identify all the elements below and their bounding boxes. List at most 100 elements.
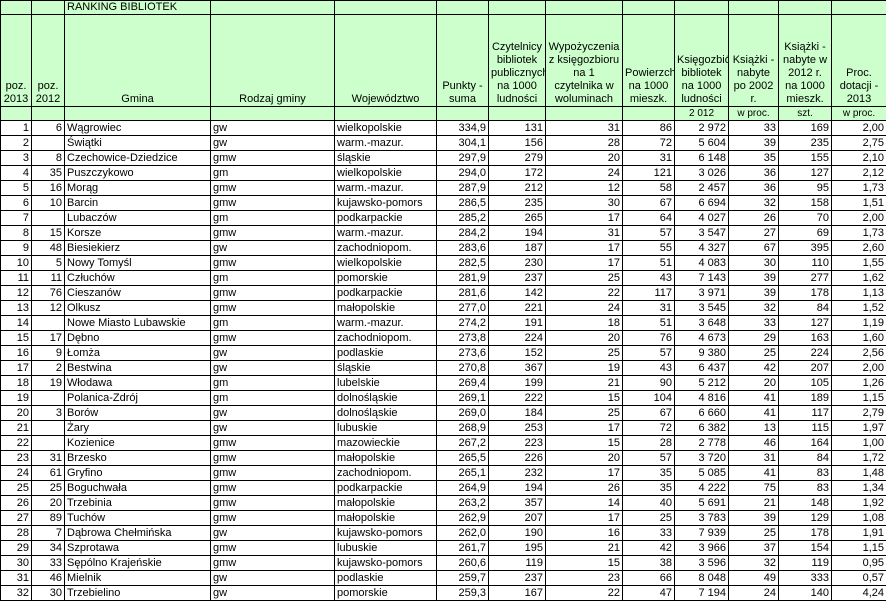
cell-poz2013[interactable]: 18 <box>1 376 32 391</box>
cell-poz2012[interactable]: 6 <box>32 121 65 136</box>
cell-wojewodztwo[interactable]: śląskie <box>335 361 437 376</box>
cell-poz2013[interactable]: 7 <box>1 211 32 226</box>
cell-gmina[interactable]: Kozienice <box>65 436 211 451</box>
cell-czytelnicy[interactable]: 357 <box>489 496 546 511</box>
cell-rodzaj[interactable]: gmw <box>211 226 335 241</box>
cell-poz2012[interactable]: 89 <box>32 511 65 526</box>
cell-ksiegozbior[interactable]: 7 194 <box>675 586 729 601</box>
cell-gmina[interactable]: Trzebinia <box>65 496 211 511</box>
cell-wypozyczenia[interactable]: 16 <box>546 526 623 541</box>
cell-punkty[interactable]: 261,7 <box>437 541 489 556</box>
cell-poz2013[interactable]: 19 <box>1 391 32 406</box>
cell-wypozyczenia[interactable]: 17 <box>546 466 623 481</box>
cell-wojewodztwo[interactable]: kujawsko-pomors <box>335 196 437 211</box>
cell-poz2012[interactable]: 19 <box>32 376 65 391</box>
cell-nabyte2002[interactable]: 67 <box>729 241 779 256</box>
cell-powierzchnia[interactable]: 33 <box>623 526 675 541</box>
cell-nabyte2012[interactable]: 105 <box>779 376 832 391</box>
cell-dotacji[interactable]: 2,60 <box>832 241 886 256</box>
cell-nabyte2002[interactable]: 75 <box>729 481 779 496</box>
cell-gmina[interactable]: Mielnik <box>65 571 211 586</box>
cell-nabyte2002[interactable]: 32 <box>729 556 779 571</box>
cell-wypozyczenia[interactable]: 14 <box>546 496 623 511</box>
cell-wypozyczenia[interactable]: 21 <box>546 541 623 556</box>
cell-wojewodztwo[interactable]: pomorskie <box>335 586 437 601</box>
cell-dotacji[interactable]: 1,73 <box>832 181 886 196</box>
cell-rodzaj[interactable]: gmw <box>211 466 335 481</box>
cell-czytelnicy[interactable]: 232 <box>489 466 546 481</box>
cell-wypozyczenia[interactable]: 15 <box>546 436 623 451</box>
cell-powierzchnia[interactable]: 117 <box>623 286 675 301</box>
cell-czytelnicy[interactable]: 367 <box>489 361 546 376</box>
cell-nabyte2002[interactable]: 39 <box>729 511 779 526</box>
cell-dotacji[interactable]: 4,24 <box>832 586 886 601</box>
cell-gmina[interactable]: Barcin <box>65 196 211 211</box>
cell-nabyte2002[interactable]: 21 <box>729 496 779 511</box>
cell-poz2013[interactable]: 25 <box>1 481 32 496</box>
cell-czytelnicy[interactable]: 191 <box>489 316 546 331</box>
cell-punkty[interactable]: 259,3 <box>437 586 489 601</box>
cell-czytelnicy[interactable]: 187 <box>489 241 546 256</box>
cell-poz2013[interactable]: 15 <box>1 331 32 346</box>
cell-dotacji[interactable]: 2,10 <box>832 151 886 166</box>
cell-poz2012[interactable]: 35 <box>32 166 65 181</box>
cell-poz2012[interactable]: 33 <box>32 556 65 571</box>
cell-czytelnicy[interactable]: 194 <box>489 481 546 496</box>
cell-dotacji[interactable]: 1,52 <box>832 301 886 316</box>
cell-nabyte2012[interactable]: 115 <box>779 421 832 436</box>
cell-nabyte2002[interactable]: 27 <box>729 226 779 241</box>
cell-czytelnicy[interactable]: 194 <box>489 226 546 241</box>
cell-gmina[interactable]: Łomża <box>65 346 211 361</box>
cell-wojewodztwo[interactable]: kujawsko-pomors <box>335 556 437 571</box>
cell-rodzaj[interactable]: gw <box>211 121 335 136</box>
cell-nabyte2002[interactable]: 33 <box>729 121 779 136</box>
cell-powierzchnia[interactable]: 31 <box>623 301 675 316</box>
cell-poz2013[interactable]: 8 <box>1 226 32 241</box>
cell-poz2013[interactable]: 9 <box>1 241 32 256</box>
cell-nabyte2002[interactable]: 35 <box>729 151 779 166</box>
cell-dotacji[interactable]: 1,72 <box>832 451 886 466</box>
cell-powierzchnia[interactable]: 121 <box>623 166 675 181</box>
cell-rodzaj[interactable]: gw <box>211 346 335 361</box>
cell-gmina[interactable]: Żary <box>65 421 211 436</box>
cell-nabyte2012[interactable]: 129 <box>779 511 832 526</box>
cell-gmina[interactable]: Dąbrowa Chełmińska <box>65 526 211 541</box>
cell-poz2012[interactable]: 12 <box>32 301 65 316</box>
cell-nabyte2002[interactable]: 46 <box>729 436 779 451</box>
cell-nabyte2012[interactable]: 178 <box>779 286 832 301</box>
cell-powierzchnia[interactable]: 35 <box>623 481 675 496</box>
cell-poz2013[interactable]: 4 <box>1 166 32 181</box>
cell-gmina[interactable]: Nowe Miasto Lubawskie <box>65 316 211 331</box>
cell-poz2013[interactable]: 31 <box>1 571 32 586</box>
cell-poz2012[interactable]: 9 <box>32 346 65 361</box>
cell-dotacji[interactable]: 1,92 <box>832 496 886 511</box>
cell-dotacji[interactable]: 1,00 <box>832 436 886 451</box>
cell-rodzaj[interactable]: gmw <box>211 436 335 451</box>
cell-czytelnicy[interactable]: 207 <box>489 511 546 526</box>
cell-czytelnicy[interactable]: 237 <box>489 571 546 586</box>
cell-powierzchnia[interactable]: 47 <box>623 586 675 601</box>
cell-poz2013[interactable]: 2 <box>1 136 32 151</box>
cell-poz2013[interactable]: 32 <box>1 586 32 601</box>
cell-rodzaj[interactable]: gmw <box>211 556 335 571</box>
cell-wojewodztwo[interactable]: małopolskie <box>335 496 437 511</box>
cell-rodzaj[interactable]: gw <box>211 421 335 436</box>
cell-rodzaj[interactable]: gmw <box>211 511 335 526</box>
cell-czytelnicy[interactable]: 156 <box>489 136 546 151</box>
cell-nabyte2002[interactable]: 32 <box>729 196 779 211</box>
cell-powierzchnia[interactable]: 67 <box>623 196 675 211</box>
cell-wojewodztwo[interactable]: lubelskie <box>335 376 437 391</box>
cell-dotacji[interactable]: 1,91 <box>832 526 886 541</box>
cell-poz2012[interactable]: 8 <box>32 151 65 166</box>
cell-nabyte2012[interactable]: 164 <box>779 436 832 451</box>
cell-punkty[interactable]: 268,9 <box>437 421 489 436</box>
cell-punkty[interactable]: 277,0 <box>437 301 489 316</box>
cell-dotacji[interactable]: 2,56 <box>832 346 886 361</box>
cell-poz2012[interactable]: 11 <box>32 271 65 286</box>
cell-nabyte2012[interactable]: 127 <box>779 166 832 181</box>
cell-ksiegozbior[interactable]: 3 547 <box>675 226 729 241</box>
cell-dotacji[interactable]: 1,15 <box>832 541 886 556</box>
cell-powierzchnia[interactable]: 57 <box>623 346 675 361</box>
cell-czytelnicy[interactable]: 237 <box>489 271 546 286</box>
cell-wypozyczenia[interactable]: 23 <box>546 571 623 586</box>
